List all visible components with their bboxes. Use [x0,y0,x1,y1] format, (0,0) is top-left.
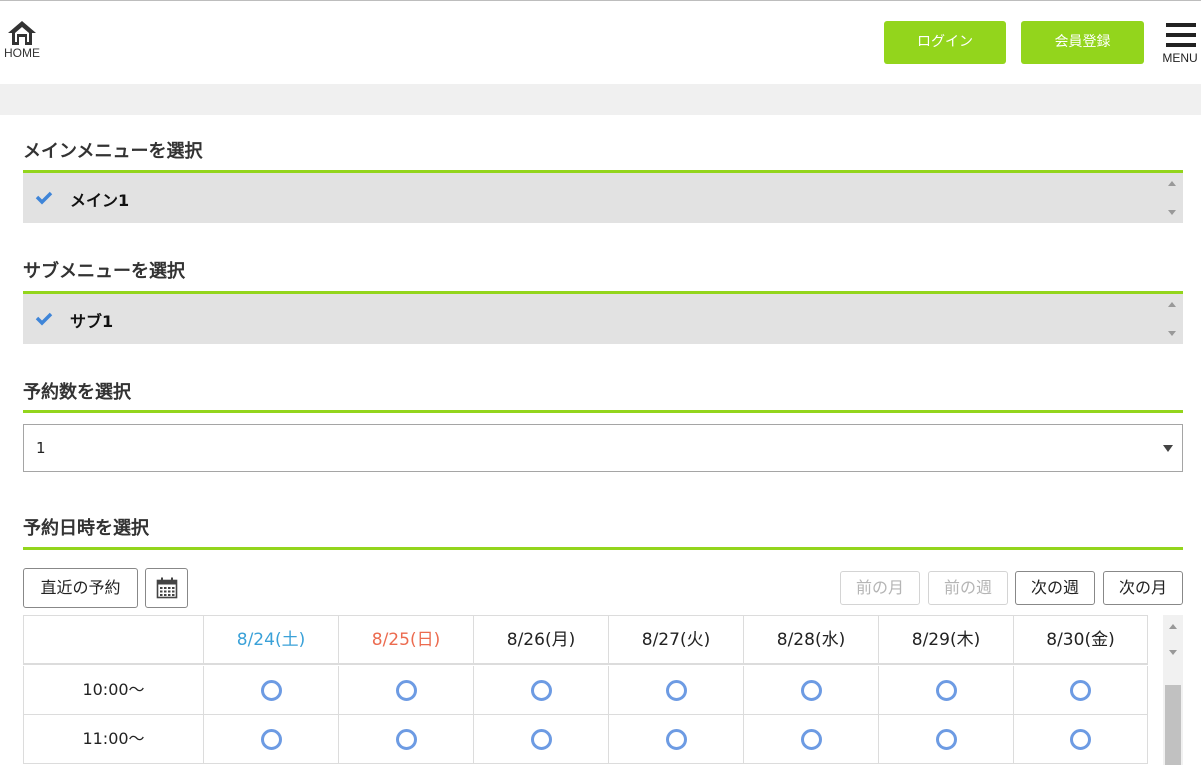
scroll-down-icon[interactable] [1168,210,1176,215]
slot-cell[interactable] [204,666,339,714]
day-header: 8/28(水) [744,616,879,663]
day-header: 8/26(月) [474,616,609,663]
sub-menu-title: サブメニューを選択 [23,261,185,282]
circle-available-icon[interactable] [530,729,552,750]
main-menu-selected: メイン1 [70,191,130,210]
calendar-button[interactable] [145,568,188,608]
count-dropdown[interactable]: 1 [23,424,1183,472]
circle-available-icon[interactable] [1070,729,1091,750]
circle-available-icon[interactable] [665,729,687,750]
schedule-table: 8/24(土) 8/25(日) 8/26(月) 8/27(火) 8/28(水) … [23,615,1148,765]
slot-cell[interactable] [879,715,1014,763]
sub-menu-scrollbar[interactable] [1163,294,1183,344]
slot-cell[interactable] [1014,666,1148,714]
circle-available-icon[interactable] [260,729,282,750]
register-button[interactable]: 会員登録 [1021,21,1144,64]
slot-cell[interactable] [609,666,744,714]
day-header: 8/29(木) [879,616,1014,663]
scroll-down-icon[interactable] [1168,331,1176,336]
calendar-icon [156,577,177,599]
prev-week-button[interactable]: 前の週 [928,571,1008,605]
day-header: 8/25(日) [339,616,474,663]
next-month-button[interactable]: 次の月 [1103,571,1183,605]
time-row: 11:00〜 [23,715,1148,764]
sub-menu-selected: サブ1 [70,312,114,331]
hamburger-icon [1166,23,1196,53]
next-week-button[interactable]: 次の週 [1015,571,1095,605]
header-spacer [0,84,1201,115]
slot-cell[interactable] [339,666,474,714]
datetime-title: 予約日時を選択 [23,518,149,539]
home-label: HOME [4,46,40,60]
scroll-down-icon[interactable] [1169,650,1177,655]
slot-cell[interactable] [204,715,339,763]
menu-label: MENU [1162,51,1198,65]
prev-month-button[interactable]: 前の月 [840,571,920,605]
check-icon [35,312,53,326]
slot-cell[interactable] [339,715,474,763]
slot-cell[interactable] [744,715,879,763]
menu-button[interactable]: MENU [1160,23,1200,65]
scroll-up-icon[interactable] [1168,302,1176,307]
scrollbar-thumb[interactable] [1165,685,1181,765]
corner-cell [23,616,204,663]
slot-cell[interactable] [609,715,744,763]
schedule-scrollbar[interactable] [1163,615,1183,765]
datetime-divider [23,547,1183,550]
circle-available-icon[interactable] [800,680,822,701]
main-menu-title: メインメニューを選択 [23,141,203,162]
time-row: 10:00〜 [23,666,1148,715]
circle-available-icon[interactable] [800,729,822,750]
scroll-up-icon[interactable] [1168,181,1176,186]
sub-menu-select[interactable]: サブ1 [23,294,1183,344]
scroll-up-icon[interactable] [1169,624,1177,629]
home-icon [8,21,36,45]
recent-reservation-button[interactable]: 直近の予約 [23,568,138,608]
circle-available-icon[interactable] [395,729,417,750]
caret-down-icon [1163,445,1173,452]
circle-available-icon[interactable] [395,680,417,701]
time-label: 11:00〜 [23,715,204,763]
day-header: 8/30(金) [1014,616,1148,663]
slot-cell[interactable] [744,666,879,714]
circle-available-icon[interactable] [935,729,957,750]
slot-cell[interactable] [1014,715,1148,763]
circle-available-icon[interactable] [1070,680,1091,701]
day-header: 8/27(火) [609,616,744,663]
day-header: 8/24(土) [204,616,339,663]
main-menu-scrollbar[interactable] [1163,173,1183,223]
count-value: 1 [36,439,46,457]
count-divider [23,410,1183,413]
circle-available-icon[interactable] [935,680,957,701]
circle-available-icon[interactable] [260,680,282,701]
circle-available-icon[interactable] [665,680,687,701]
count-title: 予約数を選択 [23,382,131,403]
login-button[interactable]: ログイン [884,21,1006,64]
slot-cell[interactable] [474,666,609,714]
main-menu-select[interactable]: メイン1 [23,173,1183,223]
site-header: HOME ログイン 会員登録 MENU [0,1,1201,84]
time-label: 10:00〜 [23,666,204,714]
home-button[interactable]: HOME [2,19,42,67]
schedule-header-row: 8/24(土) 8/25(日) 8/26(月) 8/27(火) 8/28(水) … [23,615,1148,665]
slot-cell[interactable] [879,666,1014,714]
circle-available-icon[interactable] [530,680,552,701]
slot-cell[interactable] [474,715,609,763]
check-icon [35,191,53,205]
